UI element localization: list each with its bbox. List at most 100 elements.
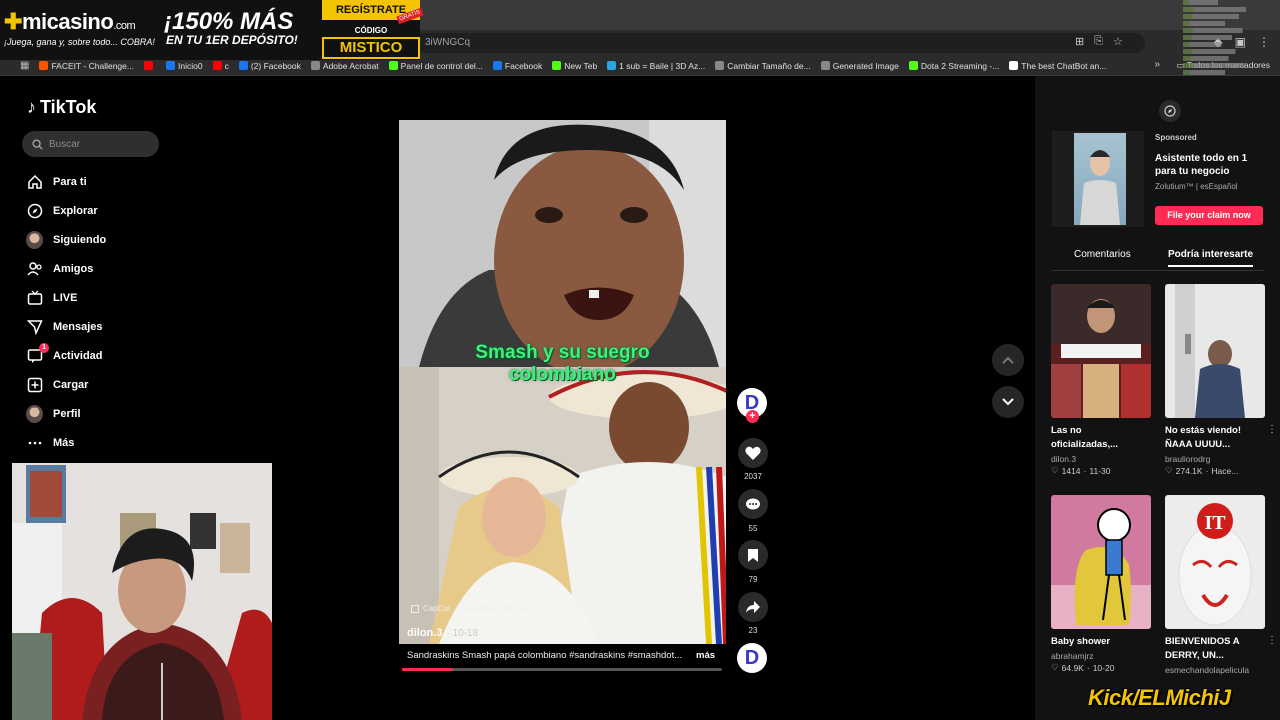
video-progress-bar[interactable]: [402, 668, 722, 671]
suggestion-title[interactable]: Baby shower: [1051, 635, 1141, 649]
comment-button[interactable]: [738, 489, 768, 519]
main-nav: Para ti Explorar Siguiendo Amigos LIVE Mensaj…: [26, 167, 106, 457]
suggestion-card[interactable]: Baby shower abrahamjrz ♡ 64.9K · 10-20: [1051, 495, 1151, 673]
nav-item-para-ti[interactable]: Para ti: [26, 167, 106, 196]
video-author[interactable]: dilon.3 · 10-18: [407, 627, 478, 639]
bookmark-favicon-icon: [388, 61, 398, 70]
nav-item-amigos[interactable]: Amigos: [26, 254, 106, 283]
suggestion-card[interactable]: Las no oficializadas,... dilon.3 ♡ 1414 · 1…: [1051, 284, 1151, 476]
more-options-icon[interactable]: ⋮: [1267, 424, 1277, 435]
next-creator-avatar[interactable]: D: [737, 643, 767, 673]
bookmark-favicon-icon: [820, 61, 830, 70]
nav-item-mensajes[interactable]: Mensajes: [26, 312, 106, 341]
nav-item-live[interactable]: LIVE: [26, 283, 106, 312]
suggestion-thumbnail[interactable]: IT: [1165, 495, 1265, 629]
bookmark-favicon-icon: [1009, 61, 1019, 70]
sponsored-ad-cta-button[interactable]: File your claim now: [1155, 206, 1263, 225]
suggestion-likes: 1414: [1061, 465, 1081, 476]
suggestion-card[interactable]: IT BIENVENIDOS A DERRY, UN... esmechando…: [1165, 495, 1277, 675]
suggestion-author[interactable]: brauliorodrg: [1165, 454, 1265, 464]
bookmark-item[interactable]: Generated Image: [820, 61, 899, 71]
nav-item-label: Explorar: [53, 204, 98, 217]
nav-item-label: Siguiendo: [53, 233, 107, 246]
bookmark-item[interactable]: New Teb: [552, 61, 597, 71]
casino-ad-banner[interactable]: ✚micasino.com ¡Juega, gana y, sobre todo…: [0, 0, 424, 60]
nav-item-label: Perfil: [53, 407, 81, 420]
nav-item-cargar[interactable]: Cargar: [26, 370, 106, 399]
suggestion-author[interactable]: abrahamjrz: [1051, 651, 1151, 661]
nav-item-perfil[interactable]: Perfil: [26, 399, 106, 428]
bookmark-item[interactable]: FACEIT - Challenge...: [39, 61, 134, 71]
suggestion-stats: ♡ 1414 · 11-30: [1051, 465, 1151, 476]
suggestion-thumbnail[interactable]: [1051, 495, 1151, 629]
bookmark-item[interactable]: The best ChatBot an...: [1009, 61, 1106, 71]
suggestion-title[interactable]: BIENVENIDOS A DERRY, UN...: [1165, 635, 1255, 663]
friends-icon: [26, 260, 43, 277]
settings-button[interactable]: [1159, 100, 1181, 122]
bookmark-item[interactable]: Adobe Acrobat: [310, 61, 379, 71]
heart-icon: ♡: [1165, 465, 1173, 475]
nav-item-explorar[interactable]: Explorar: [26, 196, 106, 225]
suggestion-author[interactable]: dilon.3: [1051, 454, 1151, 464]
bookmark-item[interactable]: (2) Facebook: [238, 61, 301, 71]
suggestion-thumbnail[interactable]: [1165, 284, 1265, 418]
more-options-icon[interactable]: ⋮: [1267, 635, 1277, 646]
address-bar[interactable]: 3iWNGCq: [415, 33, 1145, 53]
capcut-watermark: CapCut · Una edición más fácil: [411, 604, 533, 613]
stream-kick-overlay: Kick/ELMichiJ: [1088, 685, 1231, 710]
messages-icon: [26, 318, 43, 335]
bookmark-item[interactable]: Facebook: [492, 61, 542, 71]
video-author-name[interactable]: dilon.3: [407, 627, 442, 639]
nav-item-label: Amigos: [53, 262, 94, 275]
suggestion-thumbnail[interactable]: [1051, 284, 1151, 418]
bookmark-item[interactable]: Dota 2 Streaming -...: [908, 61, 999, 71]
save-button[interactable]: [738, 540, 768, 570]
save-count: 79: [748, 575, 758, 584]
nav-item-actividad[interactable]: 1 Actividad: [26, 341, 106, 370]
translate-icon[interactable]: ⊞: [1075, 35, 1084, 48]
like-button[interactable]: [738, 438, 768, 468]
apps-grid-icon[interactable]: ▦: [20, 60, 29, 71]
tab-comments[interactable]: Comentarios: [1074, 249, 1131, 260]
video-date: · 10-18: [446, 628, 479, 639]
tiktok-logo[interactable]: ♪ TikTok: [27, 97, 96, 118]
suggestion-title[interactable]: No estás viendo! ÑAAA UUUU...: [1165, 424, 1255, 452]
comment-count: 55: [748, 524, 758, 533]
install-icon[interactable]: ⎘: [1094, 35, 1103, 48]
suggestion-title[interactable]: Las no oficializadas,...: [1051, 424, 1141, 452]
capcut-icon: [411, 604, 419, 613]
suggestion-card[interactable]: No estás viendo! ÑAAA UUUU... brauliorod…: [1165, 284, 1277, 476]
suggestion-author[interactable]: esmechandolapelicula: [1165, 665, 1265, 675]
bookmark-item[interactable]: Panel de control del...: [388, 61, 483, 71]
follow-plus-icon[interactable]: +: [746, 410, 759, 423]
search-box[interactable]: [22, 131, 159, 157]
creator-avatar[interactable]: D +: [737, 388, 767, 423]
nav-item-siguiendo[interactable]: Siguiendo: [26, 225, 106, 254]
bookmark-item[interactable]: Cambiar Tamaño de...: [715, 61, 811, 71]
activity-icon: 1: [26, 343, 49, 364]
bookmark-item[interactable]: c: [212, 61, 229, 71]
sponsored-ad-thumbnail[interactable]: [1052, 131, 1144, 227]
streamer-webcam: [12, 463, 272, 720]
bookmark-item[interactable]: 1 sub = Baile | 3D Az...: [607, 61, 705, 71]
description-more-link[interactable]: más: [696, 650, 715, 661]
capcut-text: CapCut · Una edición más fácil: [423, 604, 534, 613]
bookmark-favicon-icon: [238, 61, 248, 70]
bookmark-item[interactable]: Inicio0: [165, 61, 203, 71]
next-video-button[interactable]: [992, 386, 1024, 418]
bookmark-item[interactable]: [143, 61, 156, 71]
tab-suggested[interactable]: Podría interesarte: [1168, 249, 1254, 267]
bookmarks-overflow-icon[interactable]: »: [1154, 59, 1160, 70]
previous-video-button[interactable]: [992, 344, 1024, 376]
search-input[interactable]: [49, 138, 149, 150]
casino-headline: ¡150% MÁS: [164, 8, 294, 35]
bookmark-label: The best ChatBot an...: [1021, 60, 1107, 71]
sponsored-ad-image: [1074, 133, 1126, 225]
nav-item-más[interactable]: Más: [26, 428, 106, 457]
video-player[interactable]: Smash y su suegro colombiano CapCut · Un…: [399, 120, 726, 644]
sponsored-ad-title[interactable]: Asistente todo en 1 para tu negocio: [1155, 152, 1265, 178]
bookmark-favicon-icon: [143, 61, 153, 70]
share-button[interactable]: [738, 592, 768, 622]
nav-item-label: Cargar: [53, 378, 89, 391]
bookmark-star-icon[interactable]: ☆: [1113, 35, 1123, 48]
